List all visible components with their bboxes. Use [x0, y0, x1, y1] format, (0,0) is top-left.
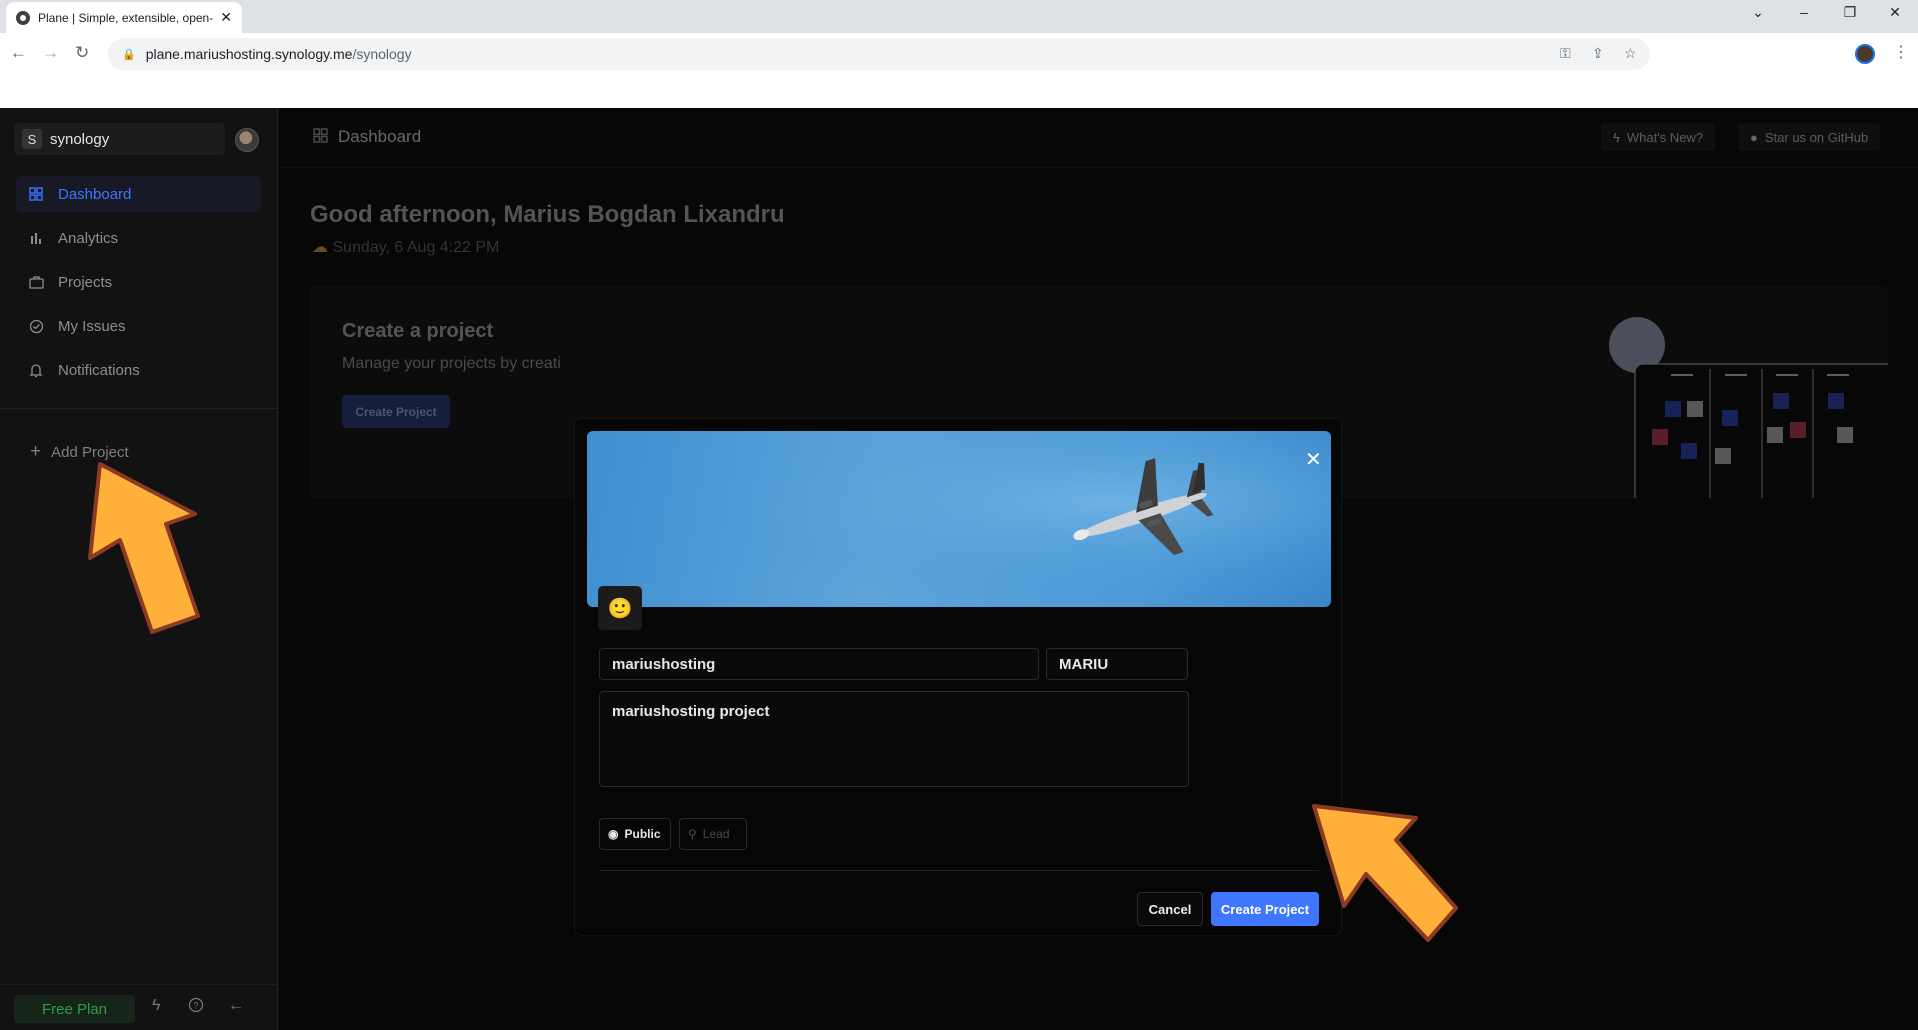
- user-icon: ⚲: [688, 827, 697, 841]
- plus-icon: +: [30, 441, 42, 462]
- url-host: plane.mariushosting.synology.me: [145, 46, 353, 62]
- grid-icon: [28, 186, 44, 202]
- check-circle-icon: [28, 318, 44, 334]
- share-icon[interactable]: ⇪: [1592, 45, 1604, 62]
- lock-icon[interactable]: 🔒: [122, 48, 136, 61]
- annotation-arrow-icon: [1312, 804, 1458, 942]
- annotation-arrow-icon: [88, 462, 200, 634]
- url-path: /synology: [352, 46, 412, 62]
- sidebar-item-notifications[interactable]: Notifications: [16, 352, 261, 388]
- lead-dropdown[interactable]: ⚲ Lead: [679, 818, 747, 850]
- close-icon[interactable]: ✕: [1305, 447, 1322, 472]
- user-avatar[interactable]: [235, 128, 259, 152]
- sidebar-nav: Dashboard Analytics Projects My Issues N…: [16, 176, 261, 396]
- project-name-input[interactable]: mariushosting: [599, 648, 1039, 680]
- close-window-icon[interactable]: ✕: [1875, 4, 1915, 21]
- modal-divider: [599, 870, 1319, 871]
- browser-profile-avatar[interactable]: [1855, 44, 1875, 64]
- project-description-textarea[interactable]: mariushosting project: [599, 691, 1189, 787]
- plane-favicon-icon: [16, 10, 30, 25]
- cancel-button[interactable]: Cancel: [1137, 892, 1203, 926]
- create-project-button[interactable]: Create Project: [1211, 892, 1319, 926]
- sidebar-item-dashboard[interactable]: Dashboard: [16, 176, 261, 212]
- sidebar-item-label: Analytics: [58, 229, 119, 247]
- free-plan-button[interactable]: Free Plan: [14, 995, 135, 1023]
- forward-icon[interactable]: →: [42, 43, 59, 63]
- emoji-picker-button[interactable]: 🙂: [598, 586, 642, 630]
- bookmark-star-icon[interactable]: ☆: [1624, 45, 1637, 62]
- sidebar-item-label: Projects: [58, 273, 113, 291]
- sidebar-item-projects[interactable]: Projects: [16, 264, 261, 300]
- workspace-name: synology: [50, 130, 110, 148]
- browser-tab-strip: Plane | Simple, extensible, open- ✕ ⌄ – …: [0, 0, 1918, 33]
- lightning-icon[interactable]: ϟ: [152, 997, 160, 1015]
- airplane-icon: [587, 431, 1331, 607]
- reload-icon[interactable]: ↻: [75, 43, 89, 63]
- sidebar-item-analytics[interactable]: Analytics: [16, 220, 261, 256]
- browser-tab[interactable]: Plane | Simple, extensible, open- ✕: [6, 2, 242, 33]
- sidebar-item-label: My Issues: [58, 317, 126, 335]
- sidebar-item-my-issues[interactable]: My Issues: [16, 308, 261, 344]
- plane-app: S synology Dashboard Analytics Projects …: [0, 108, 1918, 1030]
- bookmarks-bar: [0, 75, 1918, 108]
- bell-icon: [28, 362, 44, 378]
- bar-chart-icon: [28, 230, 44, 246]
- back-icon[interactable]: ←: [10, 43, 27, 63]
- lead-label: Lead: [702, 827, 730, 841]
- globe-icon: ◉: [608, 827, 619, 841]
- sidebar-divider: [0, 408, 278, 409]
- sidebar-footer: Free Plan ϟ ? ←: [0, 984, 278, 1030]
- tab-search-icon[interactable]: ⌄: [1738, 4, 1778, 21]
- close-tab-icon[interactable]: ✕: [220, 9, 232, 26]
- network-label: Public: [624, 827, 661, 841]
- collapse-sidebar-icon[interactable]: ←: [228, 997, 244, 1015]
- minimize-icon[interactable]: –: [1784, 4, 1824, 20]
- help-icon[interactable]: ?: [188, 997, 204, 1018]
- restore-icon[interactable]: ❐: [1830, 4, 1870, 21]
- workspace-badge: S: [22, 129, 42, 149]
- network-dropdown[interactable]: ◉ Public: [599, 818, 671, 850]
- create-project-modal: ✕ 🙂 mariushosting MARIU mariushosting pr…: [574, 418, 1342, 936]
- svg-text:?: ?: [193, 1001, 198, 1011]
- sidebar-item-label: Dashboard: [58, 185, 132, 203]
- cover-image[interactable]: ✕: [587, 431, 1331, 607]
- address-bar[interactable]: 🔒 plane.mariushosting.synology.me/synolo…: [108, 38, 1650, 70]
- workspace-switcher[interactable]: S synology: [14, 123, 225, 155]
- sidebar-item-label: Notifications: [58, 361, 140, 379]
- tab-title: Plane | Simple, extensible, open-: [38, 10, 214, 25]
- briefcase-icon: [28, 274, 44, 290]
- key-icon[interactable]: ⚿: [1560, 45, 1571, 62]
- browser-menu-icon[interactable]: ⋮: [1893, 42, 1909, 62]
- project-identifier-input[interactable]: MARIU: [1046, 648, 1188, 680]
